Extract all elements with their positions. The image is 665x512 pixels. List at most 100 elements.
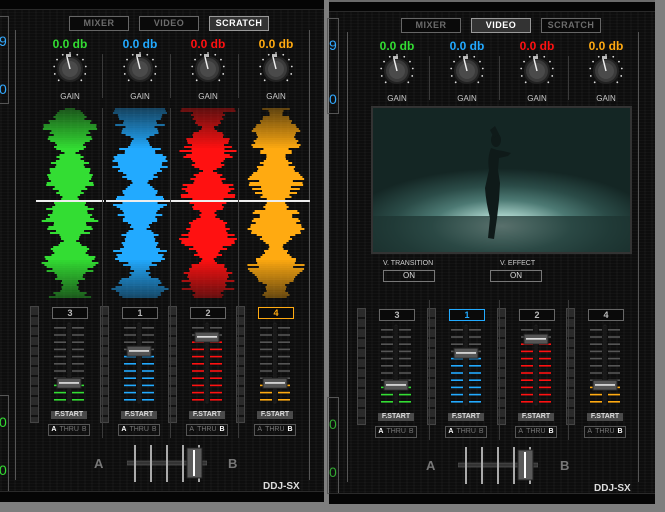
crossfader[interactable] bbox=[126, 442, 208, 485]
edge-digit: 0 bbox=[0, 81, 7, 97]
waveform-display[interactable] bbox=[242, 108, 310, 298]
waveform-display[interactable] bbox=[36, 108, 104, 298]
gain-label: GAIN bbox=[198, 92, 218, 101]
assign-thru[interactable]: THRU bbox=[595, 428, 614, 435]
channel-fader[interactable] bbox=[588, 323, 622, 406]
assign-thru[interactable]: THRU bbox=[197, 426, 216, 433]
edge-digit: 9 bbox=[329, 37, 337, 53]
assign-a[interactable]: A bbox=[121, 426, 126, 433]
assign-b[interactable]: B bbox=[479, 428, 484, 435]
assign-thru[interactable]: THRU bbox=[526, 428, 545, 435]
gain-db-readout: 0.0 db bbox=[519, 39, 555, 53]
assign-b[interactable]: B bbox=[549, 428, 554, 435]
assign-a[interactable]: A bbox=[587, 428, 592, 435]
crossfader-assign-switch[interactable]: A THRU B bbox=[186, 424, 228, 436]
crossfader[interactable] bbox=[457, 444, 539, 487]
channel-fader[interactable] bbox=[52, 321, 86, 404]
assign-b[interactable]: B bbox=[82, 426, 87, 433]
crossfader-guide bbox=[166, 445, 168, 485]
gain-label: GAIN bbox=[596, 94, 616, 103]
gain-label: GAIN bbox=[457, 94, 477, 103]
waveform-display[interactable] bbox=[106, 108, 174, 298]
assign-thru[interactable]: THRU bbox=[129, 426, 148, 433]
channel-number[interactable]: 2 bbox=[519, 309, 555, 321]
edge-digit: 0 bbox=[329, 416, 337, 432]
gain-knob[interactable] bbox=[520, 54, 554, 88]
video-preview[interactable] bbox=[371, 106, 632, 254]
edge-digit: 0 bbox=[0, 414, 7, 430]
channel-divider bbox=[170, 54, 171, 98]
crossfader-assign-switch[interactable]: A THRU B bbox=[118, 424, 160, 436]
channel-fader[interactable] bbox=[190, 321, 224, 404]
panel-bottom-bar bbox=[329, 493, 655, 504]
assign-b[interactable]: B bbox=[152, 426, 157, 433]
channel-fader[interactable] bbox=[379, 323, 413, 406]
crossfader-assign-switch[interactable]: A THRU B bbox=[375, 426, 417, 438]
fader-start-button[interactable]: F.START bbox=[51, 411, 87, 419]
channel-divider bbox=[429, 56, 430, 100]
assign-thru[interactable]: THRU bbox=[59, 426, 78, 433]
gain-label: GAIN bbox=[387, 94, 407, 103]
channel-fader[interactable] bbox=[449, 323, 483, 406]
gain-knob[interactable] bbox=[191, 52, 225, 86]
fader-start-button[interactable]: F.START bbox=[257, 411, 293, 419]
crossfader-assign-switch[interactable]: A THRU B bbox=[254, 424, 296, 436]
crossfader-guide bbox=[497, 447, 499, 487]
fader-start-button[interactable]: F.START bbox=[448, 413, 484, 421]
crossfader-assign-switch[interactable]: A THRU B bbox=[515, 426, 557, 438]
assign-thru[interactable]: THRU bbox=[456, 428, 475, 435]
fader-start-button[interactable]: F.START bbox=[378, 413, 414, 421]
channel-number[interactable]: 1 bbox=[122, 307, 158, 319]
channel-number[interactable]: 2 bbox=[190, 307, 226, 319]
assign-a[interactable]: A bbox=[51, 426, 56, 433]
crossfader-assign-switch[interactable]: A THRU B bbox=[445, 426, 487, 438]
channel-fader[interactable] bbox=[519, 323, 553, 406]
fader-start-button[interactable]: F.START bbox=[121, 411, 157, 419]
gain-knob[interactable] bbox=[589, 54, 623, 88]
crossfader-assign-switch[interactable]: A THRU B bbox=[584, 426, 626, 438]
gain-db-readout: 0.0 db bbox=[190, 37, 226, 51]
video-effect-toggle[interactable]: ON bbox=[490, 270, 542, 282]
mixer-panel-scratch: 9 0 0 0 MIXER VIDEO SCRATCH 0.0 db GAIN 3… bbox=[0, 0, 324, 502]
gain-label: GAIN bbox=[130, 92, 150, 101]
channel-number[interactable]: 4 bbox=[588, 309, 624, 321]
assign-b[interactable]: B bbox=[409, 428, 414, 435]
channel-divider bbox=[102, 108, 103, 438]
assign-a[interactable]: A bbox=[257, 426, 262, 433]
channel-divider bbox=[170, 108, 171, 438]
gain-knob[interactable] bbox=[259, 52, 293, 86]
assign-a[interactable]: A bbox=[448, 428, 453, 435]
edge-deck-box-bottom: 0 0 bbox=[0, 395, 9, 492]
gain-knob[interactable] bbox=[123, 52, 157, 86]
channel-number[interactable]: 3 bbox=[379, 309, 415, 321]
waveform-display[interactable] bbox=[174, 108, 242, 298]
gain-knob[interactable] bbox=[53, 52, 87, 86]
fader-start-button[interactable]: F.START bbox=[189, 411, 225, 419]
channel-divider bbox=[429, 300, 430, 440]
assign-a[interactable]: A bbox=[189, 426, 194, 433]
crossfader-label-b: B bbox=[228, 456, 238, 471]
assign-b[interactable]: B bbox=[618, 428, 623, 435]
assign-thru[interactable]: THRU bbox=[265, 426, 284, 433]
assign-thru[interactable]: THRU bbox=[386, 428, 405, 435]
assign-b[interactable]: B bbox=[288, 426, 293, 433]
assign-a[interactable]: A bbox=[518, 428, 523, 435]
channel-number[interactable]: 3 bbox=[52, 307, 88, 319]
gain-db-readout: 0.0 db bbox=[122, 37, 158, 51]
level-meter bbox=[357, 308, 366, 425]
gain-knob[interactable] bbox=[380, 54, 414, 88]
channel-number[interactable]: 4 bbox=[258, 307, 294, 319]
channel-fader[interactable] bbox=[258, 321, 292, 404]
video-transition-toggle[interactable]: ON bbox=[383, 270, 435, 282]
assign-a[interactable]: A bbox=[378, 428, 383, 435]
video-effect-label: V. EFFECT bbox=[500, 260, 536, 267]
fader-start-button[interactable]: F.START bbox=[518, 413, 554, 421]
crossfader-assign-switch[interactable]: A THRU B bbox=[48, 424, 90, 436]
fader-start-button[interactable]: F.START bbox=[587, 413, 623, 421]
channel-divider bbox=[568, 56, 569, 100]
channel-fader[interactable] bbox=[122, 321, 156, 404]
gain-knob[interactable] bbox=[450, 54, 484, 88]
assign-b[interactable]: B bbox=[220, 426, 225, 433]
crossfader-label-a: A bbox=[426, 458, 436, 473]
channel-number[interactable]: 1 bbox=[449, 309, 485, 321]
